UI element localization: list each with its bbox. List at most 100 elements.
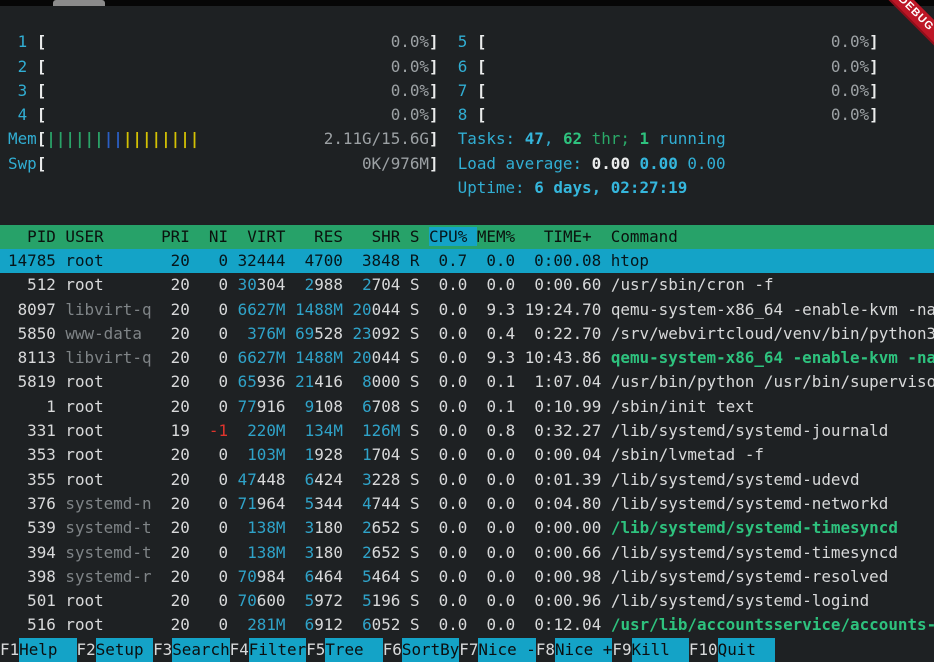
mem-value-low: 416 [314,372,343,391]
process-row[interactable]: 8113 libvirt-q 20 0 6627M 1488M 20044 S … [0,346,934,370]
pid-cell: 331 [8,421,65,440]
fkey-f1[interactable]: F1 [0,638,19,662]
fkey-f9[interactable]: F9 [612,638,631,662]
fkey-f3[interactable]: F3 [153,638,172,662]
cpu-meter-row: 3 [ 0.0%] 7 [ 0.0%] [0,79,934,103]
fkey-action-nice-[interactable]: Nice + [555,638,612,662]
mem-value-high: 2 [305,275,315,294]
text [400,615,410,634]
cpu7-meter-label: 7 [458,81,477,100]
process-row[interactable]: 355 root 20 0 47448 6424 3228 S 0.0 0.0 … [0,468,934,492]
cpu-cell: 0.0 [429,543,477,562]
pid-cell: 8097 [8,300,65,319]
column-header-time[interactable]: TIME+ [525,227,611,246]
fkey-f8[interactable]: F8 [536,638,555,662]
column-header-ni[interactable]: NI [199,227,237,246]
time-cell: 0:32.27 [525,421,611,440]
mem-value-high: 70 [238,591,257,610]
process-row-selected[interactable]: 14785 root 20 0 32444 4700 3848 R 0.7 0.… [0,249,934,273]
process-row[interactable]: 501 root 20 0 70600 5972 5196 S 0.0 0.0 … [0,589,934,613]
column-header-virt[interactable]: VIRT [238,227,295,246]
column-header-user[interactable]: USER [65,227,161,246]
column-header-state[interactable]: S [410,227,429,246]
mem-value-high: 6 [305,615,315,634]
mem-value: 281M [238,615,286,634]
text [343,275,353,294]
state-cell: S [410,445,429,464]
process-row[interactable]: 516 root 20 0 281M 6912 6052 S 0.0 0.0 0… [0,613,934,637]
text [343,591,353,610]
process-row[interactable]: 398 systemd-r 20 0 70984 6464 5464 S 0.0… [0,565,934,589]
process-row[interactable]: 1 root 20 0 77916 9108 6708 S 0.0 0.1 0:… [0,395,934,419]
pad [295,445,305,464]
fkey-f6[interactable]: F6 [383,638,402,662]
column-header-pid[interactable]: PID [8,227,65,246]
mem-cell: 9.3 [477,300,525,319]
process-row[interactable]: 539 systemd-t 20 0 138M 3180 2652 S 0.0 … [0,516,934,540]
mem-value-low: 928 [314,445,343,464]
mem-value-high: 3 [362,470,372,489]
mem-value-high: 5 [362,591,372,610]
fkey-f2[interactable]: F2 [77,638,96,662]
process-row[interactable]: 353 root 20 0 103M 1928 1704 S 0.0 0.0 0… [0,443,934,467]
column-header-shr[interactable]: SHR [352,227,409,246]
fkey-action-search[interactable]: Search [172,638,229,662]
mem-cell: 0.0 [477,591,525,610]
ni-cell: 0 [199,543,237,562]
mem-value-low: 704 [372,275,401,294]
cpu4-meter-label: 4 [8,105,37,124]
mem-cell: 0.8 [477,421,525,440]
time-cell: 0:00.98 [525,567,611,586]
fkey-action-kill[interactable]: Kill [632,638,689,662]
mem-value-high: 23 [352,324,371,343]
command-cell: /lib/systemd/systemd-logind [611,591,869,610]
time-cell: 0:04.80 [525,494,611,513]
pid-cell: 355 [8,470,65,489]
pad [295,518,305,537]
mem-cell: 0.0 [477,567,525,586]
fkey-action-filter[interactable]: Filter [249,638,306,662]
process-row[interactable]: 376 systemd-n 20 0 71964 5344 4744 S 0.0… [0,492,934,516]
text [678,154,688,173]
fkey-action-setup[interactable]: Setup [96,638,153,662]
fkey-f4[interactable]: F4 [230,638,249,662]
process-row[interactable]: 5850 www-data 20 0 376M 69528 23092 S 0.… [0,322,934,346]
tasks-label: Tasks: [458,129,525,148]
column-header-mem[interactable]: MEM% [477,227,525,246]
pad [353,445,363,464]
fkey-action-tree[interactable]: Tree [325,638,382,662]
fkey-action-nice-[interactable]: Nice - [478,638,535,662]
fkey-f7[interactable]: F7 [459,638,478,662]
mem-cell: 0.4 [477,324,525,343]
column-header-cpu-sorted[interactable]: CPU% [429,227,477,246]
user-cell: systemd-r [65,567,161,586]
fkey-f5[interactable]: F5 [306,638,325,662]
process-row[interactable]: 5819 root 20 0 65936 21416 8000 S 0.0 0.… [0,370,934,394]
mem-cell: 0.0 [477,615,525,634]
process-row[interactable]: 394 systemd-t 20 0 138M 3180 2652 S 0.0 … [0,541,934,565]
command-cell: /usr/lib/accountsservice/accounts- [611,615,934,634]
pad [353,543,363,562]
cpu-cell: 0.0 [429,324,477,343]
column-header-command[interactable]: Command [611,227,934,246]
ni-cell: 0 [199,470,237,489]
mem-value: 376M [238,324,286,343]
process-row[interactable]: 8097 libvirt-q 20 0 6627M 1488M 20044 S … [0,298,934,322]
fkey-action-sortby[interactable]: SortBy [402,638,459,662]
mem-value: 1488M [295,300,343,319]
column-header-res[interactable]: RES [295,227,352,246]
column-header-pri[interactable]: PRI [161,227,199,246]
cpu4-meter-value: 0.0% [46,105,429,124]
cpu-cell: 0.0 [429,567,477,586]
fkey-action-quit[interactable]: Quit [718,638,775,662]
meter-bracket: ] [869,105,879,124]
process-row[interactable]: 512 root 20 0 30304 2988 2704 S 0.0 0.0 … [0,273,934,297]
cpu1-meter-label: 1 [8,32,37,51]
text [343,543,353,562]
process-row[interactable]: 331 root 19 -1 220M 134M 126M S 0.0 0.8 … [0,419,934,443]
fkey-action-help[interactable]: Help [19,638,76,662]
htop-terminal-screen: { "chrome": { "ribbon_label": "DEBUG" },… [0,0,934,662]
time-cell: 0:22.70 [525,324,611,343]
fkey-f10[interactable]: F10 [689,638,718,662]
cpu3-meter-value: 0.0% [46,81,429,100]
